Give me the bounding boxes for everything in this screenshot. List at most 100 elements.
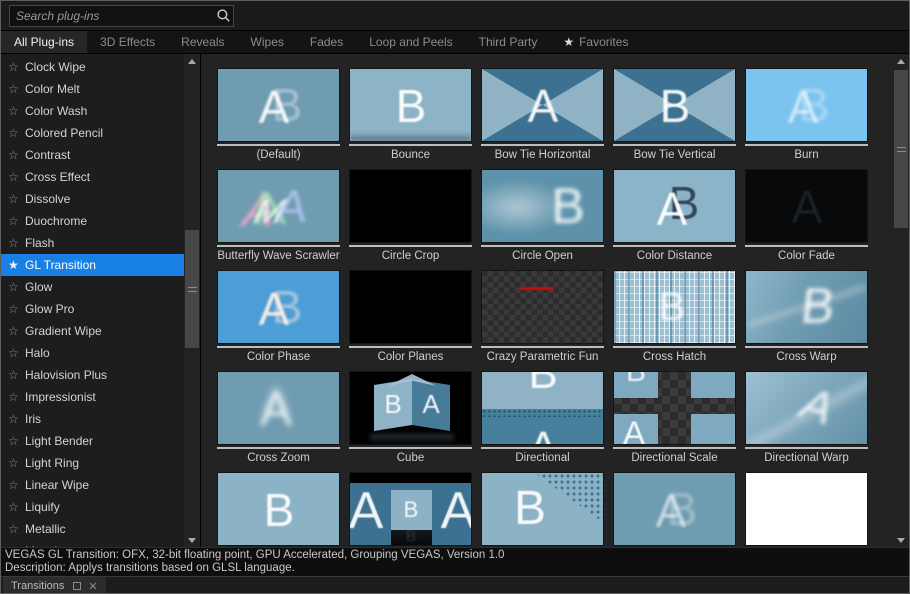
sidebar-item-mosaic[interactable]: ☆Mosaic	[1, 540, 184, 547]
star-outline-icon[interactable]: ☆	[8, 500, 25, 514]
transition-tile-directional[interactable]: BADirectional	[481, 371, 604, 466]
sidebar-item-gradient-wipe[interactable]: ☆Gradient Wipe	[1, 320, 184, 342]
star-outline-icon[interactable]: ☆	[8, 192, 25, 206]
star-outline-icon[interactable]: ☆	[8, 522, 25, 536]
transition-tile-cross-hatch[interactable]: BCross Hatch	[613, 270, 736, 365]
tab-loop-and-peels[interactable]: Loop and Peels	[356, 31, 465, 53]
transition-thumbnail[interactable]: B	[613, 68, 736, 142]
transition-tile-color-fade[interactable]: AColor Fade	[745, 169, 868, 264]
star-outline-icon[interactable]: ☆	[8, 104, 25, 118]
transition-tile-burn[interactable]: BABurn	[745, 68, 868, 163]
transition-tile-cube[interactable]: BACube	[349, 371, 472, 466]
transition-thumbnail[interactable]: A	[745, 169, 868, 243]
sidebar-item-clock-wipe[interactable]: ☆Clock Wipe	[1, 56, 184, 78]
sidebar-item-impressionist[interactable]: ☆Impressionist	[1, 386, 184, 408]
sidebar-item-gl-transition[interactable]: ★GL Transition	[1, 254, 184, 276]
transition-thumbnail[interactable]: B	[217, 472, 340, 546]
transition-tile[interactable]: AABB	[349, 472, 472, 547]
transition-tile-directional-scale[interactable]: ABDirectional Scale	[613, 371, 736, 466]
star-outline-icon[interactable]: ☆	[8, 434, 25, 448]
transition-tile[interactable]: BA	[613, 472, 736, 547]
transition-tile-directional-warp[interactable]: ADirectional Warp	[745, 371, 868, 466]
sidebar-item-light-bender[interactable]: ☆Light Bender	[1, 430, 184, 452]
transition-thumbnail[interactable]	[349, 270, 472, 344]
grid-scroll-thumb[interactable]	[894, 70, 908, 228]
transition-thumbnail[interactable]: BA	[349, 371, 472, 445]
transition-thumbnail[interactable]: A	[745, 371, 868, 445]
transition-thumbnail[interactable]: AABB	[349, 472, 472, 546]
transition-tile-bow-tie-vertical[interactable]: BBow Tie Vertical	[613, 68, 736, 163]
sidebar-item-color-melt[interactable]: ☆Color Melt	[1, 78, 184, 100]
transition-thumbnail[interactable]: A	[481, 68, 604, 142]
star-outline-icon[interactable]: ☆	[8, 346, 25, 360]
float-window-icon[interactable]	[73, 582, 81, 590]
star-outline-icon[interactable]: ☆	[8, 214, 25, 228]
star-outline-icon[interactable]: ☆	[8, 412, 25, 426]
transitions-window-tab[interactable]: Transitions ✕	[3, 577, 106, 594]
star-outline-icon[interactable]: ☆	[8, 170, 25, 184]
sidebar-item-contrast[interactable]: ☆Contrast	[1, 144, 184, 166]
tab-all-plug-ins[interactable]: All Plug-ins	[1, 31, 87, 53]
sidebar-scroll-thumb[interactable]	[185, 230, 199, 348]
star-outline-icon[interactable]: ☆	[8, 302, 25, 316]
star-outline-icon[interactable]: ☆	[8, 390, 25, 404]
star-outline-icon[interactable]: ☆	[8, 126, 25, 140]
sidebar-item-linear-wipe[interactable]: ☆Linear Wipe	[1, 474, 184, 496]
grid-scrollbar[interactable]	[893, 54, 909, 547]
transition-thumbnail[interactable]	[481, 270, 604, 344]
transition-thumbnail[interactable]: B	[745, 270, 868, 344]
tab-3d-effects[interactable]: 3D Effects	[87, 31, 168, 53]
close-window-icon[interactable]: ✕	[88, 580, 97, 593]
transition-tile-cross-zoom[interactable]: AACross Zoom	[217, 371, 340, 466]
star-outline-icon[interactable]: ☆	[8, 236, 25, 250]
sidebar-item-light-ring[interactable]: ☆Light Ring	[1, 452, 184, 474]
transition-thumbnail[interactable]: B	[481, 472, 604, 546]
transition-tile-crazy-parametric-fun[interactable]: Crazy Parametric Fun	[481, 270, 604, 365]
transition-thumbnail[interactable]: AB	[613, 371, 736, 445]
transition-tile-bounce[interactable]: BBounce	[349, 68, 472, 163]
star-outline-icon[interactable]: ☆	[8, 324, 25, 338]
sidebar-scrollbar[interactable]	[184, 54, 200, 547]
transition-thumbnail[interactable]: B	[613, 270, 736, 344]
tab-reveals[interactable]: Reveals	[168, 31, 237, 53]
transition-thumbnail[interactable]: B	[481, 169, 604, 243]
transition-thumbnail[interactable]: AAAM	[217, 169, 340, 243]
scroll-down-icon[interactable]	[184, 533, 200, 547]
transition-tile--default-[interactable]: BA(Default)	[217, 68, 340, 163]
transition-tile-circle-crop[interactable]: Circle Crop	[349, 169, 472, 264]
star-outline-icon[interactable]: ☆	[8, 368, 25, 382]
transition-tile-bow-tie-horizontal[interactable]: ABow Tie Horizontal	[481, 68, 604, 163]
star-outline-icon[interactable]: ☆	[8, 456, 25, 470]
star-outline-icon[interactable]: ☆	[8, 60, 25, 74]
star-outline-icon[interactable]: ☆	[8, 148, 25, 162]
transition-thumbnail[interactable]: BA	[613, 169, 736, 243]
sidebar-item-cross-effect[interactable]: ☆Cross Effect	[1, 166, 184, 188]
transition-tile-cross-warp[interactable]: BCross Warp	[745, 270, 868, 365]
tab-wipes[interactable]: Wipes	[238, 31, 297, 53]
star-outline-icon[interactable]: ☆	[8, 280, 25, 294]
sidebar-item-glow[interactable]: ☆Glow	[1, 276, 184, 298]
transition-tile-color-phase[interactable]: BAColor Phase	[217, 270, 340, 365]
sidebar-item-duochrome[interactable]: ☆Duochrome	[1, 210, 184, 232]
transition-thumbnail[interactable]	[349, 169, 472, 243]
search-input[interactable]	[10, 6, 213, 26]
transition-tile[interactable]: B	[217, 472, 340, 547]
transition-tile[interactable]: B	[481, 472, 604, 547]
transition-thumbnail[interactable]: BA	[745, 68, 868, 142]
transition-thumbnail[interactable]: BA	[481, 371, 604, 445]
star-outline-icon[interactable]: ☆	[8, 544, 25, 547]
transition-tile-circle-open[interactable]: BCircle Open	[481, 169, 604, 264]
transition-thumbnail[interactable]: B	[349, 68, 472, 142]
star-outline-icon[interactable]: ☆	[8, 478, 25, 492]
transition-tile-color-planes[interactable]: Color Planes	[349, 270, 472, 365]
transition-tile[interactable]	[745, 472, 868, 547]
sidebar-item-color-wash[interactable]: ☆Color Wash	[1, 100, 184, 122]
tab-fades[interactable]: Fades	[297, 31, 356, 53]
transition-thumbnail[interactable]	[745, 472, 868, 546]
star-filled-icon[interactable]: ★	[8, 258, 25, 272]
tab-third-party[interactable]: Third Party	[466, 31, 551, 53]
search-box[interactable]	[9, 5, 234, 27]
scroll-down-icon[interactable]	[893, 533, 909, 547]
scroll-up-icon[interactable]	[893, 54, 909, 68]
sidebar-item-metallic[interactable]: ☆Metallic	[1, 518, 184, 540]
